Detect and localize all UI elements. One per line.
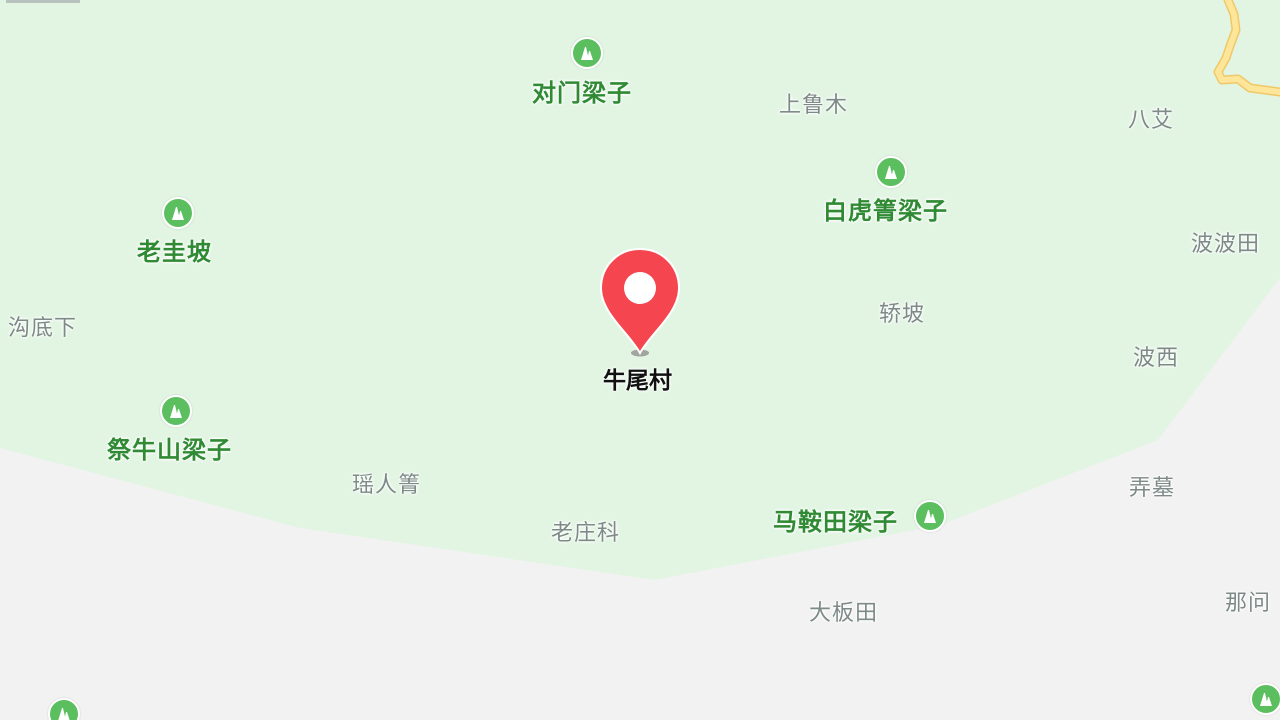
selected-place-label: 牛尾村 [603, 368, 672, 394]
place-label-nongmu[interactable]: 弄墓 [1129, 470, 1175, 502]
place-label-bai[interactable]: 八艾 [1128, 102, 1174, 134]
mountain-icon [172, 207, 184, 220]
map-base-layer [0, 0, 1280, 580]
place-label-laozhuangke[interactable]: 老庄科 [551, 515, 620, 547]
peak-label-jiniu[interactable]: 祭牛山梁子 [107, 430, 232, 465]
peak-icon[interactable] [1250, 683, 1280, 715]
mountain-icon [581, 47, 593, 60]
location-pin-icon[interactable] [599, 247, 681, 359]
place-label-bobotian[interactable]: 波波田 [1191, 226, 1260, 258]
place-label-shanglumu[interactable]: 上鲁木 [779, 87, 848, 119]
mountain-icon [885, 166, 897, 179]
place-label-nawen[interactable]: 那问 [1225, 585, 1271, 617]
peak-label-maan[interactable]: 马鞍田梁子 [773, 502, 898, 537]
map-marker-icon [599, 247, 681, 357]
mountain-icon [1260, 693, 1272, 706]
mountain-icon [170, 405, 182, 418]
peak-label-laogui[interactable]: 老圭坡 [137, 232, 212, 267]
mountain-icon [58, 708, 70, 720]
peak-icon[interactable] [571, 37, 603, 69]
peak-label-duimen[interactable]: 对门梁子 [532, 73, 632, 108]
map-canvas[interactable]: 对门梁子 白虎箐梁子 老圭坡 祭牛山梁子 马鞍田梁子 上鲁木 八艾 波波田 沟底… [0, 0, 1280, 720]
place-label-dabantian[interactable]: 大板田 [809, 595, 878, 627]
place-label-goudixia[interactable]: 沟底下 [8, 310, 77, 342]
place-label-boxi[interactable]: 波西 [1133, 340, 1179, 372]
peak-label-baihu[interactable]: 白虎箐梁子 [823, 191, 948, 226]
mountain-icon [924, 510, 936, 523]
peak-icon[interactable] [914, 500, 946, 532]
peak-icon[interactable] [875, 156, 907, 188]
peak-icon[interactable] [160, 395, 192, 427]
place-label-yaorenqing[interactable]: 瑶人箐 [352, 467, 421, 499]
cut-off-label-fragment [6, 0, 80, 3]
peak-icon[interactable] [162, 197, 194, 229]
place-label-jiaopo[interactable]: 轿坡 [879, 296, 925, 328]
